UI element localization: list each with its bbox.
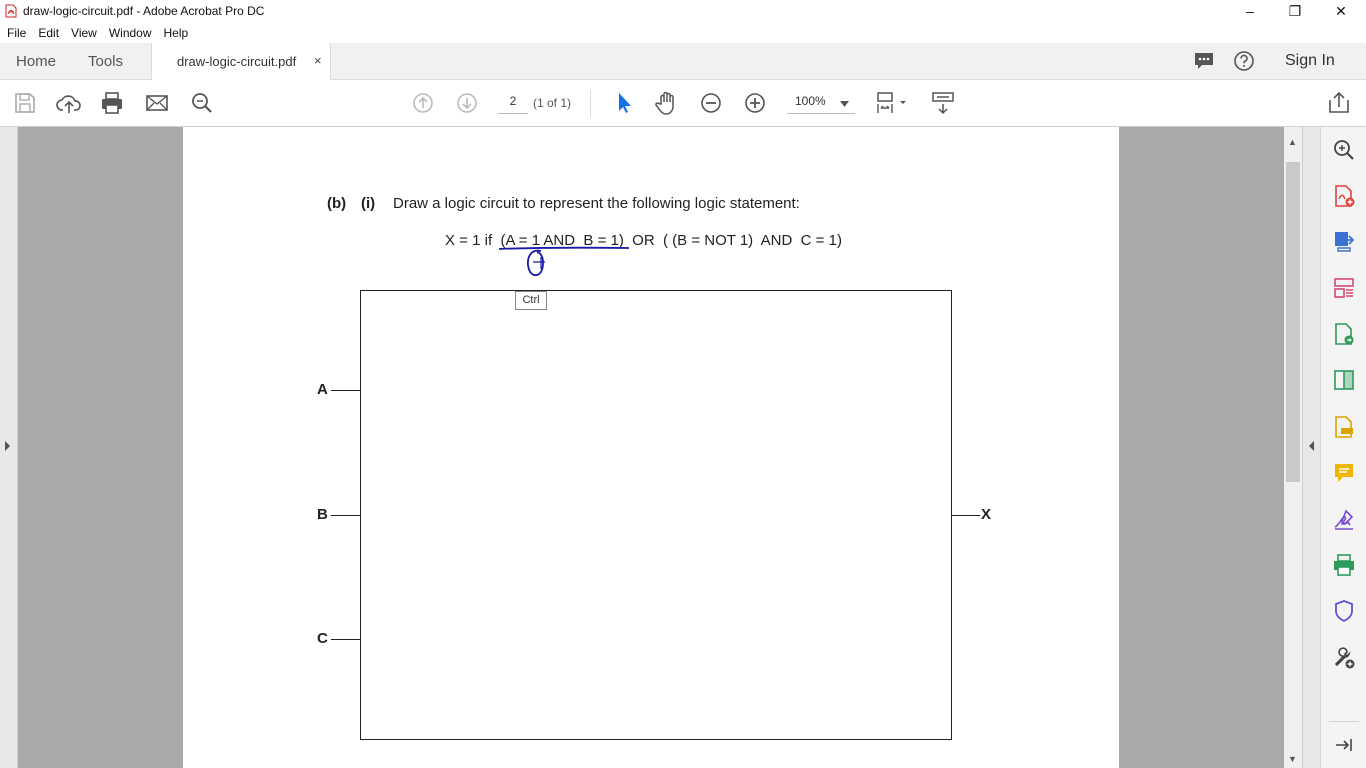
menu-bar: File Edit View Window Help	[0, 22, 1366, 43]
circuit-drawing-box	[360, 290, 952, 740]
comment-tool-icon[interactable]	[1332, 461, 1356, 485]
question-instruction: Draw a logic circuit to represent the fo…	[393, 195, 800, 212]
scroll-down-icon[interactable]: ▼	[1288, 754, 1297, 764]
window-title: draw-logic-circuit.pdf - Adobe Acrobat P…	[23, 4, 265, 18]
sign-in-button[interactable]: Sign In	[1285, 52, 1335, 70]
question-part-label: (b)	[327, 195, 347, 212]
zoom-in-icon[interactable]	[742, 90, 768, 116]
upload-cloud-icon[interactable]	[56, 90, 82, 116]
pane-divider	[1329, 721, 1359, 722]
ctrl-tooltip: Ctrl	[515, 291, 547, 310]
chevron-down-icon	[840, 101, 849, 107]
pdf-page[interactable]: (b) (i) Draw a logic circuit to represen…	[183, 127, 1119, 768]
question-sub-label: (i)	[361, 195, 376, 212]
print-production-icon[interactable]	[1332, 553, 1356, 577]
document-tab-label: draw-logic-circuit.pdf	[177, 54, 297, 69]
tools-pane	[1320, 127, 1366, 768]
tab-tools[interactable]: Tools	[88, 53, 123, 70]
input-line-a	[331, 390, 360, 391]
more-tools-icon[interactable]	[1332, 646, 1356, 670]
email-icon[interactable]	[144, 90, 170, 116]
vertical-scrollbar[interactable]: ▲ ▼	[1284, 127, 1302, 768]
organize-pages-icon[interactable]	[1332, 276, 1356, 300]
ink-annotation[interactable]	[493, 241, 633, 283]
menu-window[interactable]: Window	[103, 26, 158, 40]
left-panel-toggle[interactable]	[0, 127, 18, 768]
menu-edit[interactable]: Edit	[32, 26, 65, 40]
restore-button[interactable]: ❐	[1272, 0, 1318, 22]
input-label-c: C	[317, 630, 328, 647]
toolbar: 2 (1 of 1) 100%	[0, 80, 1366, 127]
expand-left-icon	[5, 441, 10, 451]
output-label-x: X	[981, 506, 992, 523]
input-label-b: B	[317, 506, 328, 523]
tab-bar: Home Tools draw-logic-circuit.pdf × Sign…	[0, 43, 1366, 80]
scroll-thumb[interactable]	[1286, 162, 1300, 482]
zoom-out-icon[interactable]	[698, 90, 724, 116]
page-display-icon[interactable]	[874, 90, 910, 116]
input-line-b	[331, 515, 360, 516]
close-tab-icon[interactable]: ×	[314, 53, 322, 68]
select-cursor-icon[interactable]	[611, 90, 637, 116]
save-icon[interactable]	[12, 90, 38, 116]
comment-icon[interactable]	[1193, 51, 1215, 71]
tab-document[interactable]: draw-logic-circuit.pdf ×	[151, 43, 331, 80]
sign-icon[interactable]	[1332, 507, 1356, 531]
menu-file[interactable]: File	[1, 26, 32, 40]
menu-view[interactable]: View	[65, 26, 103, 40]
scroll-up-icon[interactable]: ▲	[1288, 137, 1297, 147]
zoom-value: 100%	[795, 94, 826, 108]
collapse-right-icon	[1309, 441, 1314, 451]
zoom-level-select[interactable]: 100%	[787, 94, 855, 114]
print-icon[interactable]	[99, 90, 125, 116]
next-page-icon[interactable]	[454, 90, 480, 116]
enhance-scan-icon[interactable]	[1332, 138, 1356, 162]
output-line-x	[952, 515, 980, 516]
help-icon[interactable]	[1233, 50, 1255, 72]
hand-tool-icon[interactable]	[654, 90, 680, 116]
menu-help[interactable]: Help	[158, 26, 195, 40]
input-line-c	[331, 639, 360, 640]
page-count: (1 of 1)	[533, 96, 572, 110]
acrobat-logo-icon	[5, 4, 17, 18]
tab-home[interactable]: Home	[16, 53, 56, 70]
fill-sign-icon[interactable]	[1332, 415, 1356, 439]
input-label-a: A	[317, 381, 328, 398]
page-number-input[interactable]: 2	[498, 94, 528, 114]
protect-shield-icon[interactable]	[1332, 599, 1356, 623]
share-icon[interactable]	[1326, 90, 1352, 116]
previous-page-icon[interactable]	[410, 90, 436, 116]
create-pdf-icon[interactable]	[1332, 184, 1356, 208]
scroll-mode-icon[interactable]	[930, 90, 956, 116]
export-pdf-icon[interactable]	[1332, 229, 1356, 253]
toolbar-divider	[590, 90, 591, 117]
title-bar: draw-logic-circuit.pdf - Adobe Acrobat P…	[0, 0, 1366, 22]
find-icon[interactable]	[189, 90, 215, 116]
edit-pdf-icon[interactable]	[1332, 322, 1356, 346]
close-window-button[interactable]: ✕	[1318, 0, 1364, 22]
right-panel-toggle[interactable]	[1302, 127, 1320, 768]
compare-files-icon[interactable]	[1332, 368, 1356, 392]
collapse-pane-icon[interactable]	[1332, 733, 1356, 757]
document-viewport[interactable]: (b) (i) Draw a logic circuit to represen…	[0, 127, 1320, 768]
minimize-button[interactable]: –	[1227, 0, 1273, 22]
